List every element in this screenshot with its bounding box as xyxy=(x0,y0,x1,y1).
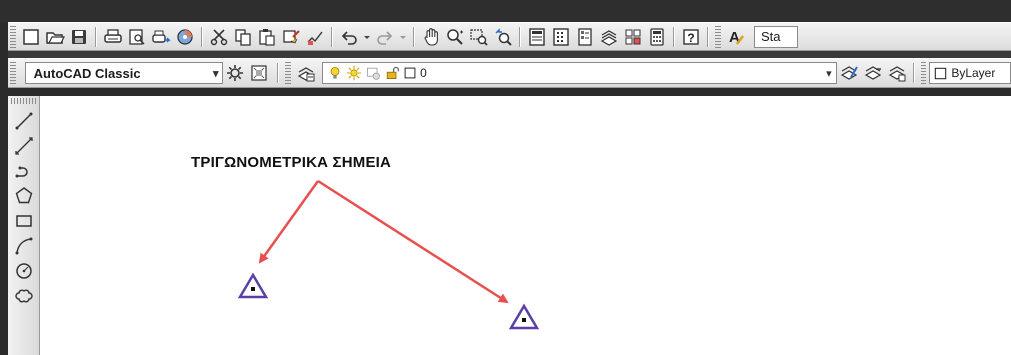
text-style-label: Sta xyxy=(761,29,781,44)
print-preview-icon[interactable] xyxy=(125,25,149,49)
sheet-set-icon[interactable] xyxy=(597,25,621,49)
redo-dropdown-icon[interactable] xyxy=(397,25,409,49)
title-strip xyxy=(0,0,1011,22)
print-icon[interactable] xyxy=(101,25,125,49)
zoom-realtime-icon[interactable] xyxy=(443,25,467,49)
tool-palettes-icon[interactable] xyxy=(573,25,597,49)
drawing-canvas[interactable]: ΤΡΙΓΩΝΟΜΕΤΡΙΚΑ ΣΗΜΕΙΑ xyxy=(40,96,1011,355)
rectangle-icon[interactable] xyxy=(8,208,40,233)
text-style-icon[interactable]: A xyxy=(724,25,748,49)
color-select[interactable]: ByLayer xyxy=(929,62,1011,84)
revision-cloud-icon[interactable] xyxy=(8,283,40,308)
arrow-to-left-point xyxy=(258,180,320,264)
layers-toolbar: AutoCAD Classic ▾ 0 ▾ ByLayer xyxy=(8,58,1011,88)
open-icon[interactable] xyxy=(43,25,67,49)
construction-line-icon[interactable] xyxy=(8,133,40,158)
polyline-icon[interactable] xyxy=(8,158,40,183)
triangulation-point-left[interactable] xyxy=(237,272,269,299)
3d-print-icon[interactable] xyxy=(173,25,197,49)
arrow-to-right-point xyxy=(317,179,509,304)
pan-icon[interactable] xyxy=(419,25,443,49)
color-swatch-icon xyxy=(935,67,947,79)
publish-icon[interactable] xyxy=(149,25,173,49)
viewport-freeze-icon xyxy=(367,67,380,80)
toolbar-grip[interactable] xyxy=(715,25,721,48)
layer-color-swatch xyxy=(404,67,416,79)
line-icon[interactable] xyxy=(8,108,40,133)
toolbar-separator xyxy=(413,26,415,47)
lightbulb-icon xyxy=(330,67,340,79)
toolbar-grip[interactable] xyxy=(10,98,37,104)
svg-text:?: ? xyxy=(687,31,694,45)
toolbar-divider xyxy=(8,51,1011,58)
current-layer-name: 0 xyxy=(420,66,427,80)
undo-icon[interactable] xyxy=(337,25,361,49)
text-style-select[interactable]: Sta xyxy=(754,25,798,48)
help-icon[interactable]: ? xyxy=(679,25,703,49)
properties-icon[interactable] xyxy=(525,25,549,49)
toolbar-separator xyxy=(673,26,675,47)
undo-dropdown-icon[interactable] xyxy=(361,25,373,49)
triangulation-point-right[interactable] xyxy=(508,303,540,330)
toolbar-separator xyxy=(519,26,521,47)
circle-icon[interactable] xyxy=(8,258,40,283)
redo-icon[interactable] xyxy=(373,25,397,49)
annotation-overlay xyxy=(237,179,540,330)
clean-screen-icon[interactable] xyxy=(247,61,271,85)
toolbar-separator xyxy=(912,63,915,83)
toolbar-separator xyxy=(331,26,333,47)
block-editor-icon[interactable] xyxy=(303,25,327,49)
toolbar-grip[interactable] xyxy=(920,62,927,84)
color-value: ByLayer xyxy=(951,66,996,80)
zoom-previous-icon[interactable] xyxy=(491,25,515,49)
polygon-icon[interactable] xyxy=(8,183,40,208)
layer-previous-icon[interactable] xyxy=(861,61,885,85)
markup-icon[interactable] xyxy=(621,25,645,49)
new-icon[interactable] xyxy=(19,25,43,49)
calculator-icon[interactable] xyxy=(645,25,669,49)
layer-select[interactable]: 0 ▾ xyxy=(322,62,837,84)
sun-icon xyxy=(346,65,362,81)
match-properties-icon[interactable] xyxy=(279,25,303,49)
toolbar-separator xyxy=(95,26,97,47)
chevron-down-icon: ▾ xyxy=(212,67,219,80)
toolbar-separator xyxy=(201,26,203,47)
make-current-layer-icon[interactable] xyxy=(837,61,861,85)
layer-properties-icon[interactable] xyxy=(294,61,318,85)
layer-states-icon[interactable] xyxy=(885,61,909,85)
cut-icon[interactable] xyxy=(207,25,231,49)
draw-toolbar xyxy=(8,96,40,355)
workspace-settings-icon[interactable] xyxy=(223,61,247,85)
lock-open-icon xyxy=(386,66,400,79)
arc-icon[interactable] xyxy=(8,233,40,258)
save-icon[interactable] xyxy=(67,25,91,49)
toolbar-grip[interactable] xyxy=(10,25,16,48)
chevron-down-icon: ▾ xyxy=(826,67,832,80)
copy-icon[interactable] xyxy=(231,25,255,49)
toolbar-separator xyxy=(707,26,709,47)
workspace-select[interactable]: AutoCAD Classic ▾ xyxy=(24,62,224,84)
design-center-icon[interactable] xyxy=(549,25,573,49)
toolbar-grip[interactable] xyxy=(285,62,292,84)
toolbar-separator xyxy=(277,63,280,83)
autocad-window: ? A Sta AutoCAD Classic ▾ 0 ▾ ByLayer ΤΡ… xyxy=(0,0,1011,355)
standard-toolbar: ? A Sta xyxy=(8,22,1011,51)
paste-icon[interactable] xyxy=(255,25,279,49)
zoom-window-icon[interactable] xyxy=(467,25,491,49)
workspace-value: AutoCAD Classic xyxy=(33,65,141,81)
toolbar-grip[interactable] xyxy=(10,62,16,84)
